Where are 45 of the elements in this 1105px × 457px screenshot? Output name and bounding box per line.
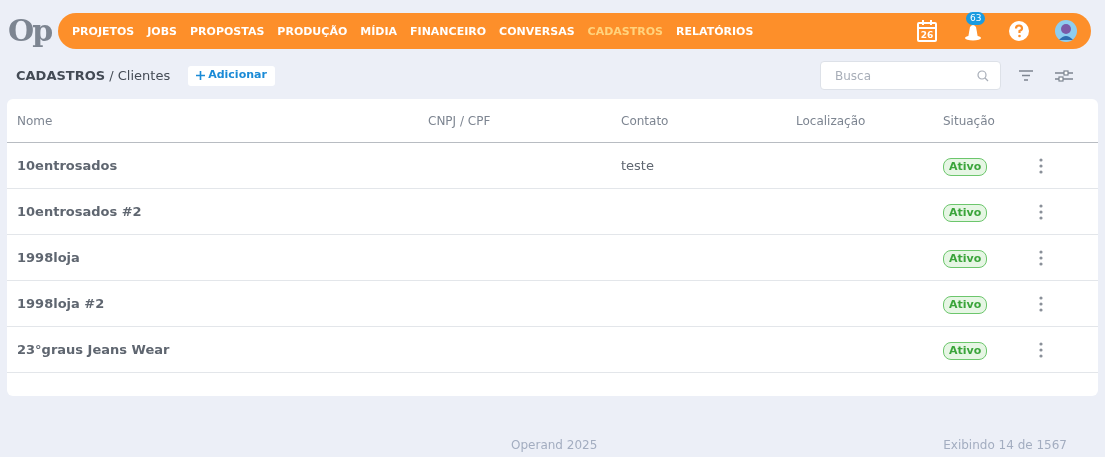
status-badge: Ativo <box>943 157 988 176</box>
client-name: 23°graus Jeans Wear <box>17 341 170 357</box>
client-name: 1998loja <box>17 249 80 265</box>
nav-link[interactable]: MÍDIA <box>360 25 398 37</box>
filter-icon[interactable] <box>1019 70 1033 81</box>
nav-link[interactable]: CONVERSAS <box>499 25 575 37</box>
nav-link[interactable]: JOBS <box>147 25 178 37</box>
avatar-icon[interactable] <box>1055 20 1077 42</box>
more-options-icon[interactable] <box>1039 203 1043 220</box>
nav-link[interactable]: PRODUÇÃO <box>277 25 348 37</box>
notification-badge: 63 <box>966 12 986 25</box>
sliders-icon[interactable] <box>1055 69 1073 82</box>
nav-link[interactable]: RELATÓRIOS <box>676 25 754 37</box>
column-header[interactable]: Contato <box>611 111 786 130</box>
column-header[interactable]: Localização <box>786 111 933 130</box>
search-icon <box>977 70 989 82</box>
nav-link[interactable]: FINANCEIRO <box>410 25 487 37</box>
plus-icon <box>196 71 206 80</box>
table-cell: teste <box>621 157 654 173</box>
nav-link[interactable]: PROPOSTAS <box>190 25 265 37</box>
client-name: 10entrosados <box>17 157 118 173</box>
nav-link[interactable]: CADASTROS <box>587 25 663 37</box>
more-options-icon[interactable] <box>1039 341 1043 358</box>
client-name: 1998loja #2 <box>17 295 105 311</box>
footer-copyright: Operand 2025 <box>511 437 598 454</box>
calendar-day: 26 <box>920 30 934 40</box>
more-options-icon[interactable] <box>1039 157 1043 174</box>
add-button[interactable]: Adicionar <box>188 65 275 86</box>
status-badge: Ativo <box>943 203 988 222</box>
search-field[interactable]: Busca <box>820 61 1001 90</box>
column-header[interactable]: CNPJ / CPF <box>418 111 611 130</box>
breadcrumb: CADASTROS / Clientes <box>16 66 171 85</box>
status-badge: Ativo <box>943 295 988 314</box>
logo: Op <box>8 16 53 46</box>
column-header[interactable]: Nome <box>7 111 418 130</box>
status-badge: Ativo <box>943 249 988 268</box>
record-count: Exibindo 14 de 1567 <box>943 437 1067 454</box>
column-header[interactable]: Situação <box>933 111 1031 130</box>
client-name: 10entrosados #2 <box>17 203 142 219</box>
more-options-icon[interactable] <box>1039 249 1043 266</box>
help-icon[interactable] <box>1009 21 1029 41</box>
calendar-icon[interactable] <box>917 20 937 42</box>
nav-link[interactable]: PROJETOS <box>72 25 135 37</box>
status-badge: Ativo <box>943 341 988 360</box>
more-options-icon[interactable] <box>1039 295 1043 312</box>
